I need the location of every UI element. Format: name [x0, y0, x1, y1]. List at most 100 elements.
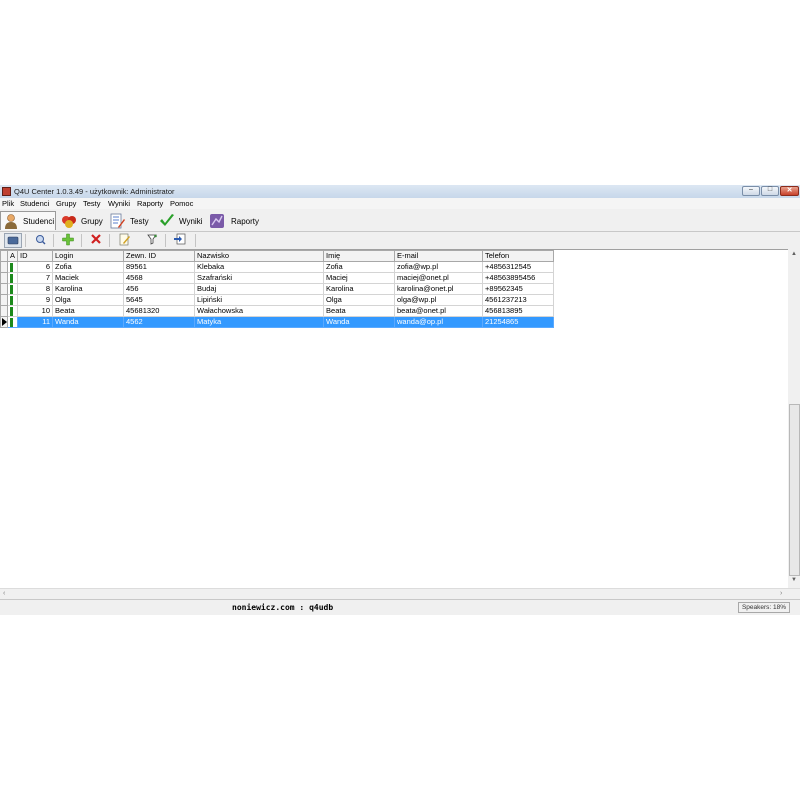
active-flag: [6, 316, 19, 328]
active-flag: [6, 272, 19, 284]
cell-surname[interactable]: Lipiński: [194, 294, 325, 306]
vertical-scrollbar[interactable]: ▲ ▼: [788, 249, 800, 588]
row-indicator[interactable]: [0, 316, 8, 328]
cell-name[interactable]: Wanda: [323, 316, 396, 328]
search-button[interactable]: [32, 233, 50, 248]
menu-studenci[interactable]: Studenci: [20, 199, 49, 208]
cell-id[interactable]: 8: [17, 283, 54, 295]
scroll-right-icon[interactable]: ›: [780, 590, 782, 597]
tab-grupy[interactable]: Grupy: [58, 211, 105, 230]
cell-surname[interactable]: Matyka: [194, 316, 325, 328]
cell-id[interactable]: 7: [17, 272, 54, 284]
tab-studenci[interactable]: Studenci: [0, 211, 56, 230]
cell-ext-id[interactable]: 4562: [123, 316, 196, 328]
test-icon: [110, 213, 125, 229]
scroll-down-icon[interactable]: ▼: [788, 577, 800, 583]
cell-surname[interactable]: Wałachowska: [194, 305, 325, 317]
cell-ext-id[interactable]: 4568: [123, 272, 196, 284]
table-row[interactable]: 8 Karolina 456 Budaj Karolina karolina@o…: [0, 283, 555, 295]
cell-name[interactable]: Karolina: [323, 283, 396, 295]
cell-surname[interactable]: Klebaka: [194, 261, 325, 273]
cell-phone[interactable]: +89562345: [482, 283, 555, 295]
row-indicator[interactable]: [0, 272, 8, 284]
menu-grupy[interactable]: Grupy: [56, 199, 76, 208]
scroll-up-icon[interactable]: ▲: [788, 251, 800, 257]
header-ext-id[interactable]: Zewn. ID: [123, 250, 196, 262]
menu-testy[interactable]: Testy: [83, 199, 101, 208]
cell-login[interactable]: Wanda: [52, 316, 125, 328]
import-button[interactable]: [172, 233, 190, 248]
cell-name[interactable]: Beata: [323, 305, 396, 317]
vertical-scroll-thumb[interactable]: [789, 404, 800, 576]
active-flag: [6, 283, 19, 295]
table-row-selected[interactable]: 11 Wanda 4562 Matyka Wanda wanda@op.pl 2…: [0, 316, 555, 328]
cell-id[interactable]: 6: [17, 261, 54, 273]
cell-phone[interactable]: 456813895: [482, 305, 555, 317]
delete-button[interactable]: [88, 233, 106, 248]
cell-name[interactable]: Zofia: [323, 261, 396, 273]
cell-login[interactable]: Zofia: [52, 261, 125, 273]
maximize-button[interactable]: □: [761, 186, 779, 196]
header-surname[interactable]: Nazwisko: [194, 250, 325, 262]
toolbar-separator: [109, 234, 110, 247]
menu-pomoc[interactable]: Pomoc: [170, 199, 193, 208]
title-bar[interactable]: Q4U Center 1.0.3.49 - użytkownik: Admini…: [0, 185, 800, 198]
cell-surname[interactable]: Szafrański: [194, 272, 325, 284]
row-indicator[interactable]: [0, 261, 8, 273]
minimize-button[interactable]: ‒: [742, 186, 760, 196]
active-flag: [6, 305, 19, 317]
menu-plik[interactable]: Plik: [2, 199, 14, 208]
cell-phone[interactable]: 4561237213: [482, 294, 555, 306]
row-indicator[interactable]: [0, 283, 8, 295]
tab-raporty[interactable]: Raporty: [206, 211, 262, 230]
header-login[interactable]: Login: [52, 250, 125, 262]
cell-id[interactable]: 11: [17, 316, 54, 328]
tab-wyniki[interactable]: Wyniki: [156, 211, 204, 230]
cell-name[interactable]: Olga: [323, 294, 396, 306]
cell-ext-id[interactable]: 456: [123, 283, 196, 295]
cell-email[interactable]: karolina@onet.pl: [394, 283, 484, 295]
cell-ext-id[interactable]: 5645: [123, 294, 196, 306]
maximize-icon: □: [767, 186, 773, 193]
cell-id[interactable]: 9: [17, 294, 54, 306]
cell-email[interactable]: maciej@onet.pl: [394, 272, 484, 284]
card-button[interactable]: [4, 233, 22, 248]
cell-name[interactable]: Maciej: [323, 272, 396, 284]
close-button[interactable]: ✕: [780, 186, 799, 196]
cell-login[interactable]: Maciek: [52, 272, 125, 284]
cell-ext-id[interactable]: 89561: [123, 261, 196, 273]
header-email[interactable]: E-mail: [394, 250, 484, 262]
cell-surname[interactable]: Budaj: [194, 283, 325, 295]
cell-email[interactable]: wanda@op.pl: [394, 316, 484, 328]
cell-email[interactable]: beata@onet.pl: [394, 305, 484, 317]
cell-phone[interactable]: 21254865: [482, 316, 555, 328]
row-indicator[interactable]: [0, 294, 8, 306]
cell-ext-id[interactable]: 45681320: [123, 305, 196, 317]
row-indicator[interactable]: [0, 305, 8, 317]
table-row[interactable]: 9 Olga 5645 Lipiński Olga olga@wp.pl 456…: [0, 294, 555, 306]
table-row[interactable]: 10 Beata 45681320 Wałachowska Beata beat…: [0, 305, 555, 317]
cell-login[interactable]: Olga: [52, 294, 125, 306]
close-icon: ✕: [786, 187, 793, 194]
cell-login[interactable]: Beata: [52, 305, 125, 317]
header-a[interactable]: A: [6, 250, 19, 262]
header-id[interactable]: ID: [17, 250, 54, 262]
table-row[interactable]: 6 Zofia 89561 Klebaka Zofia zofia@wp.pl …: [0, 261, 555, 273]
filter-button[interactable]: [144, 233, 162, 248]
add-button[interactable]: [60, 233, 78, 248]
tab-testy[interactable]: Testy: [106, 211, 154, 230]
cell-login[interactable]: Karolina: [52, 283, 125, 295]
menu-wyniki[interactable]: Wyniki: [108, 199, 130, 208]
table-row[interactable]: 7 Maciek 4568 Szafrański Maciej maciej@o…: [0, 272, 555, 284]
header-name[interactable]: Imię: [323, 250, 396, 262]
edit-button[interactable]: [116, 233, 134, 248]
menu-raporty[interactable]: Raporty: [137, 199, 163, 208]
scroll-left-icon[interactable]: ‹: [3, 590, 5, 597]
students-grid: A ID Login Zewn. ID Nazwisko Imię E-mail…: [0, 249, 788, 589]
cell-email[interactable]: olga@wp.pl: [394, 294, 484, 306]
cell-email[interactable]: zofia@wp.pl: [394, 261, 484, 273]
cell-phone[interactable]: +4856312545: [482, 261, 555, 273]
header-phone[interactable]: Telefon: [482, 250, 555, 262]
cell-phone[interactable]: +48563895456: [482, 272, 555, 284]
cell-id[interactable]: 10: [17, 305, 54, 317]
